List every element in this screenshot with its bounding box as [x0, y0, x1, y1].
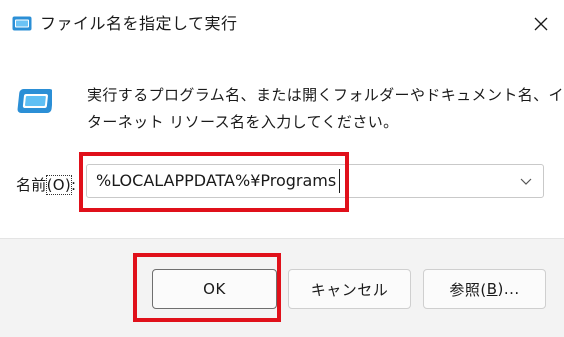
name-label-mnemonic: (O)	[45, 175, 73, 195]
name-label: 名前(O):	[16, 174, 76, 196]
run-dialog-icon	[17, 89, 52, 113]
close-icon	[534, 17, 548, 31]
description-text: 実行するプログラム名、または開くフォルダーやドキュメント名、イン ターネット リ…	[87, 82, 564, 136]
browse-label-suffix: )...	[497, 280, 520, 298]
chevron-down-icon[interactable]	[519, 174, 533, 188]
name-label-text: 名前	[16, 176, 47, 194]
browse-label-mnemonic: B	[486, 280, 498, 298]
input-highlight-box	[79, 152, 349, 212]
run-dialog-icon	[12, 16, 32, 31]
browse-label-prefix: 参照(	[449, 280, 487, 299]
ok-highlight-box	[133, 253, 281, 322]
browse-button[interactable]: 参照(B)...	[423, 269, 546, 309]
button-bar: OK キャンセル 参照(B)...	[0, 238, 564, 337]
name-label-colon: :	[71, 176, 77, 194]
cancel-button[interactable]: キャンセル	[288, 269, 411, 309]
title-bar: ファイル名を指定して実行	[0, 0, 564, 48]
window-title: ファイル名を指定して実行	[40, 14, 238, 33]
close-button[interactable]	[518, 0, 564, 48]
description-line-2: ターネット リソース名を入力してください。	[87, 113, 399, 131]
description-line-1: 実行するプログラム名、または開くフォルダーやドキュメント名、イン	[87, 86, 564, 104]
